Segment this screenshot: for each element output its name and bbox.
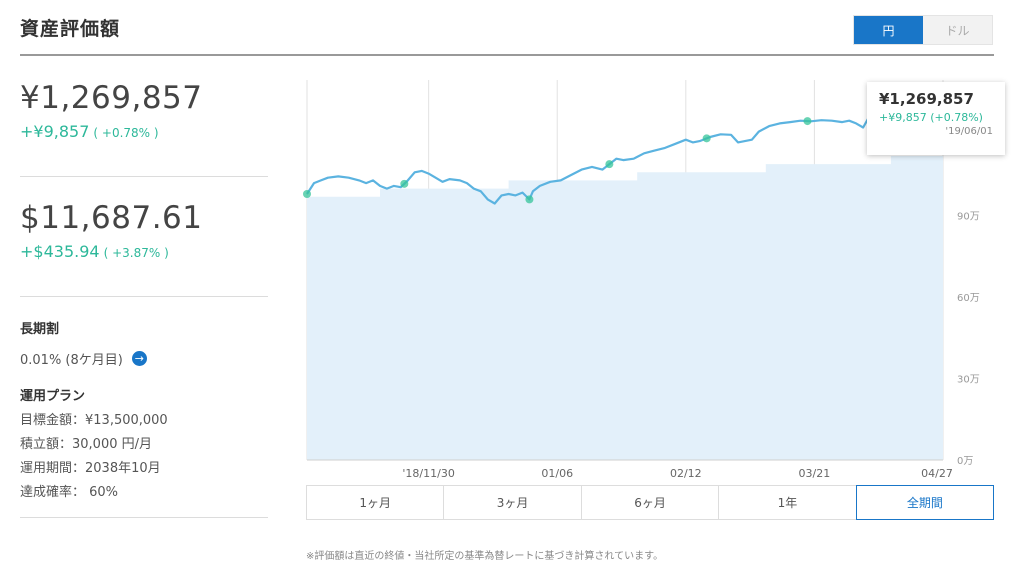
period-tabs: 1ヶ月 3ヶ月 6ヶ月 1年 全期間 <box>306 485 995 520</box>
x-tick-label: 01/06 <box>541 467 573 480</box>
deposit-area <box>307 156 943 460</box>
tooltip-change: +¥9,857 (+0.78%) <box>879 111 983 124</box>
y-tick-label: 0万 <box>957 456 973 467</box>
tab-6-months[interactable]: 6ヶ月 <box>582 486 720 519</box>
footnote: ※評価額は直近の終値・当社所定の基準為替レートに基づき計算されています。 <box>306 551 664 562</box>
x-tick-label: 02/12 <box>670 467 702 480</box>
y-tick-label: 30万 <box>957 375 980 386</box>
tab-1-year[interactable]: 1年 <box>719 486 857 519</box>
chart-tooltip: ¥1,269,857 +¥9,857 (+0.78%) '19/06/01 <box>867 82 1005 155</box>
tooltip-amount: ¥1,269,857 <box>879 90 974 108</box>
data-point-marker <box>605 160 614 169</box>
x-tick-label: 03/21 <box>799 467 831 480</box>
y-tick-label: 90万 <box>957 212 980 223</box>
data-point-marker <box>400 179 409 188</box>
y-tick-label: 60万 <box>957 293 980 304</box>
tooltip-date: '19/06/01 <box>945 126 993 137</box>
data-point-marker <box>303 190 311 198</box>
x-tick-label: 04/27 <box>921 467 953 480</box>
tab-3-months[interactable]: 3ヶ月 <box>444 486 582 519</box>
data-point-marker <box>525 195 534 204</box>
x-tick-label: '18/11/30 <box>402 467 454 480</box>
tab-1-month[interactable]: 1ヶ月 <box>307 486 445 519</box>
data-point-marker <box>803 117 812 126</box>
tab-all-period[interactable]: 全期間 <box>855 485 995 520</box>
data-point-marker <box>702 134 711 143</box>
